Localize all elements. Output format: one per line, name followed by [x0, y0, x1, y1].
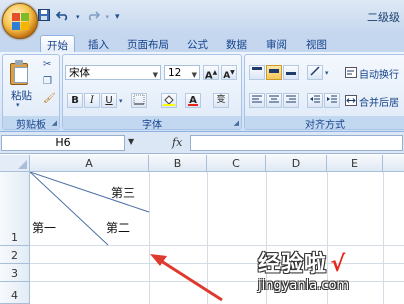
office-button[interactable]: [2, 3, 38, 39]
watermark-text: 经验啦: [258, 252, 328, 277]
watermark-check-icon: √: [330, 252, 346, 277]
watermark-url: jingyanla.com: [258, 278, 350, 293]
office-logo-icon: [12, 13, 30, 31]
watermark: 经验啦 √ jingyanla.com: [258, 246, 349, 293]
